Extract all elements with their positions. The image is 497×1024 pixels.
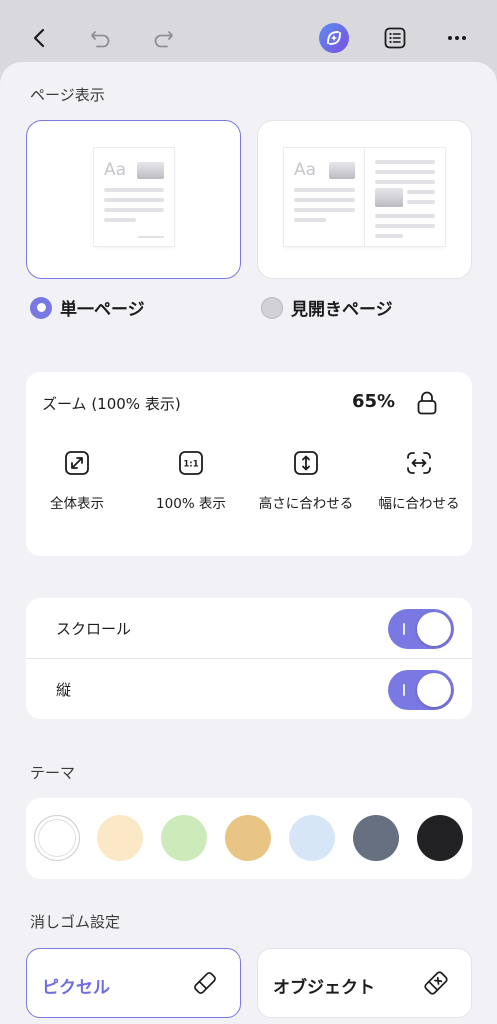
preview-aa-text: Aa [294, 160, 317, 180]
zoom-fit-height-option[interactable]: 高さに合わせる [251, 450, 361, 515]
preview-line [375, 214, 435, 218]
radio-unselected-icon[interactable] [261, 296, 283, 319]
single-page-radio-option[interactable]: 単一ページ [30, 295, 145, 320]
fit-all-label: 全体表示 [50, 496, 104, 512]
actual-size-icon-text: 1:1 [183, 460, 198, 470]
eraser-settings-title: 消しゴム設定 [30, 913, 121, 931]
spread-left-page-preview: Aa [284, 148, 365, 246]
preview-line [294, 218, 326, 222]
eraser-icon [192, 970, 218, 1000]
actual-size-icon: 1:1 [136, 450, 246, 480]
pixel-label: ピクセル [42, 978, 110, 998]
zoom-value: 65% [352, 391, 396, 412]
spread-page-option-card[interactable]: Aa [257, 120, 472, 279]
preview-image [137, 162, 164, 179]
theme-swatch-card [26, 798, 472, 879]
theme-swatch-cream[interactable] [97, 815, 143, 861]
top-toolbar [0, 0, 497, 62]
scroll-label: スクロール [56, 620, 132, 638]
theme-title: テーマ [30, 764, 76, 782]
back-chevron-icon[interactable] [20, 18, 60, 58]
spread-right-page-preview [365, 148, 445, 246]
preview-line [375, 170, 435, 174]
single-page-label: 単一ページ [60, 300, 145, 320]
ai-assistant-icon[interactable] [314, 18, 354, 58]
preview-line [407, 190, 435, 194]
preview-line [104, 218, 136, 222]
radio-selected-icon[interactable] [30, 296, 52, 319]
scroll-settings-card: スクロール 縦 [26, 598, 472, 719]
toggle-knob [417, 673, 451, 707]
single-page-option-card[interactable]: Aa [26, 120, 241, 279]
zoom-title: ズーム (100% 表示) [42, 395, 181, 413]
fit-height-label: 高さに合わせる [258, 496, 354, 512]
theme-swatch-slate[interactable] [353, 815, 399, 861]
zoom-actual-size-option[interactable]: 1:1 100% 表示 [136, 450, 246, 515]
single-page-preview: Aa [94, 148, 174, 246]
vertical-label: 縦 [56, 681, 72, 699]
preview-line [104, 208, 164, 212]
vertical-toggle-row: 縦 [26, 659, 472, 719]
theme-swatch-black[interactable] [417, 815, 463, 861]
preview-line [294, 188, 355, 192]
eraser-pixel-option[interactable]: ピクセル [26, 948, 241, 1018]
fit-all-icon [22, 450, 132, 480]
fit-width-label: 幅に合わせる [378, 496, 460, 512]
eraser-object-option[interactable]: オブジェクト [257, 948, 472, 1018]
more-icon[interactable] [437, 18, 477, 58]
spread-page-label: 見開きページ [291, 300, 393, 320]
theme-swatch-white[interactable] [34, 815, 80, 861]
zoom-card: ズーム (100% 表示) 65% 全体表示 1:1 100% 表示 高さに合わ… [26, 372, 472, 556]
object-eraser-icon [423, 970, 449, 1000]
scroll-toggle-switch[interactable] [388, 609, 454, 649]
scroll-toggle-row: スクロール [26, 598, 472, 658]
fit-height-icon [251, 450, 361, 480]
undo-icon[interactable] [81, 18, 121, 58]
preview-footer-line [138, 236, 164, 238]
spread-page-radio-option[interactable]: 見開きページ [261, 295, 393, 320]
toggle-knob [417, 612, 451, 646]
preview-line [104, 198, 164, 202]
preview-line [407, 200, 435, 204]
preview-line [104, 188, 164, 192]
page-display-title: ページ表示 [30, 86, 105, 104]
theme-swatch-light-blue[interactable] [289, 815, 335, 861]
preview-line [375, 234, 403, 238]
preview-line [294, 208, 355, 212]
preview-image [375, 188, 403, 207]
list-icon[interactable] [375, 18, 415, 58]
object-label: オブジェクト [273, 978, 375, 998]
preview-line [375, 224, 435, 228]
theme-swatch-tan[interactable] [225, 815, 271, 861]
preview-line [375, 160, 435, 164]
preview-image [329, 162, 355, 179]
redo-icon[interactable] [143, 18, 183, 58]
actual-size-label: 100% 表示 [156, 496, 226, 512]
vertical-toggle-switch[interactable] [388, 670, 454, 710]
preview-line [294, 198, 355, 202]
zoom-fit-width-option[interactable]: 幅に合わせる [364, 450, 474, 515]
fit-width-icon [364, 450, 474, 480]
preview-aa-text: Aa [104, 160, 127, 180]
view-settings-sheet: ページ表示 Aa Aa 単一ページ 見開きページ ズーム (100% 表示) 6… [0, 62, 497, 1024]
lock-icon[interactable] [416, 390, 438, 420]
preview-line [375, 180, 435, 184]
zoom-fit-all-option[interactable]: 全体表示 [22, 450, 132, 515]
theme-swatch-green[interactable] [161, 815, 207, 861]
